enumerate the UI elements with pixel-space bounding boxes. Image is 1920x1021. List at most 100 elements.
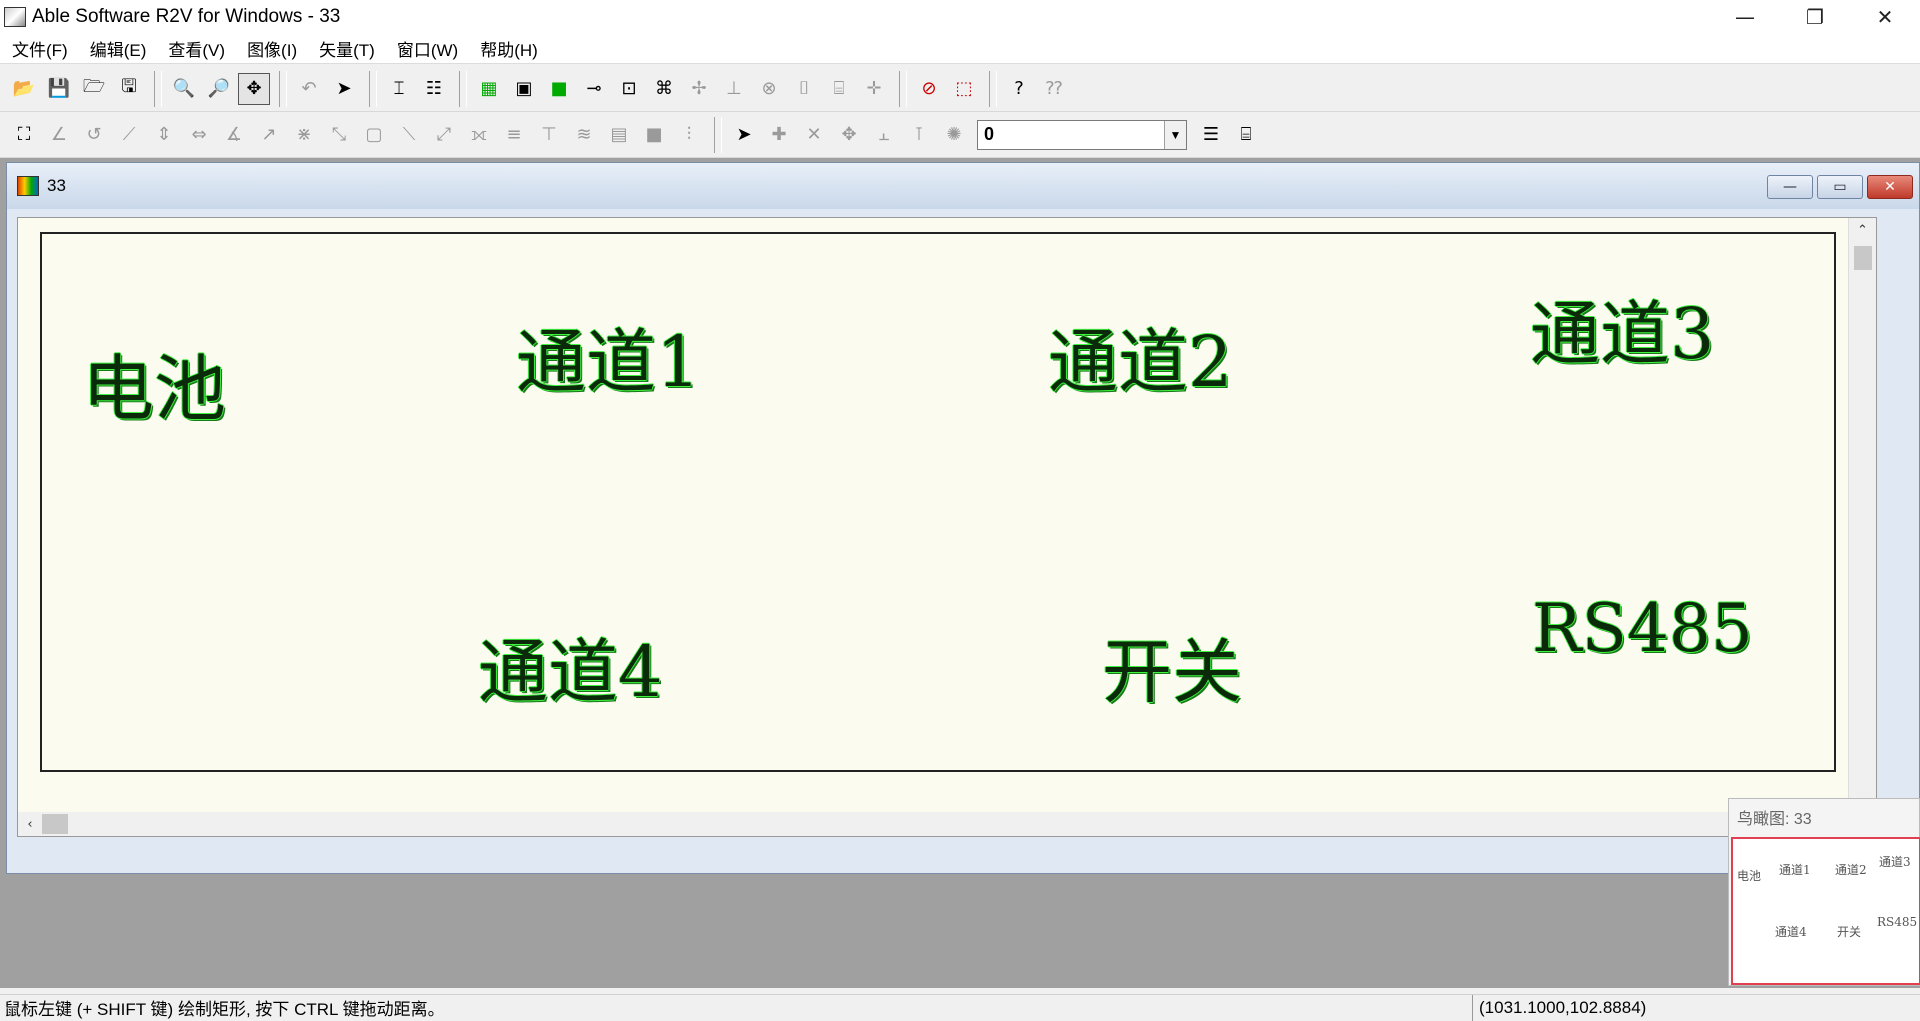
select-cancel-icon[interactable]: ⊘ — [913, 73, 945, 105]
polyline-icon[interactable]: ⟋ — [113, 119, 145, 151]
scroll-up-icon[interactable]: ⌃ — [1849, 218, 1876, 242]
doc-close-button[interactable]: ✕ — [1867, 175, 1913, 199]
menu-vector[interactable]: 矢量(T) — [309, 36, 385, 61]
abl-icon[interactable]: ⌸ — [823, 73, 855, 105]
network-icon[interactable]: ⌘ — [648, 73, 680, 105]
edit-select-icon[interactable]: ⛶ — [8, 119, 40, 151]
vector-toolbar: ⛶ ∠ ↺ ⟋ ⇕ ⇔ ∡ ↗ ⋇ ⤡ ▢ ⟍ ⤢ ⟗ ≡ ⊤ ≋ ▤ ■ ⫶ … — [0, 112, 1920, 158]
polygon-fill-icon[interactable]: ■ — [638, 119, 670, 151]
split-vertical-icon[interactable]: ⇕ — [148, 119, 180, 151]
toolbar-separator — [989, 70, 997, 107]
lasso-icon[interactable]: ↺ — [78, 119, 110, 151]
vertical-scrollbar[interactable]: ⌃ — [1848, 218, 1876, 838]
draw-line-icon[interactable]: ∠ — [43, 119, 75, 151]
layer-list-icon[interactable]: ☰ — [1195, 119, 1227, 151]
menu-file[interactable]: 文件(F) — [2, 36, 78, 61]
light-icon[interactable]: ✺ — [938, 119, 970, 151]
doc-minimize-button[interactable]: — — [1767, 175, 1813, 199]
diagonal-icon[interactable]: ⟍ — [393, 119, 425, 151]
horizontal-scroll-thumb[interactable] — [42, 814, 68, 834]
birdseye-title: 鸟瞰图: 33 — [1737, 811, 1812, 828]
rectangle-icon[interactable]: ▢ — [358, 119, 390, 151]
toolbar-separator — [369, 70, 377, 107]
select-arrow-icon[interactable]: ➤ — [328, 73, 360, 105]
drawing-canvas[interactable]: 电池 通道1 通道2 通道3 通道4 开关 RS485 ⌃ ‹ — [17, 217, 1877, 838]
menu-window[interactable]: 窗口(W) — [387, 36, 468, 61]
auto-trace-icon[interactable]: ☷ — [418, 73, 450, 105]
color-map-icon[interactable]: ▦ — [473, 73, 505, 105]
split-horizontal-icon[interactable]: ⇔ — [183, 119, 215, 151]
horizontal-scrollbar[interactable]: ‹ — [18, 812, 1850, 836]
vertical-scroll-thumb[interactable] — [1854, 246, 1872, 270]
menu-help[interactable]: 帮助(H) — [470, 36, 548, 61]
trace-icon[interactable]: ⌶ — [383, 73, 415, 105]
add-point-icon[interactable]: ✢ — [683, 73, 715, 105]
open-icon[interactable]: 📂 — [8, 73, 40, 105]
save-project-icon[interactable]: 🖫 — [113, 73, 145, 105]
frame-icon[interactable]: ▣ — [508, 73, 540, 105]
hatch-icon[interactable]: ▤ — [603, 119, 635, 151]
help-icon[interactable]: ? — [1003, 73, 1035, 105]
menu-image[interactable]: 图像(I) — [237, 36, 307, 61]
crosshair-icon[interactable]: ✛ — [858, 73, 890, 105]
doc-restore-button[interactable]: ▭ — [1817, 175, 1863, 199]
pointer-icon[interactable]: ➤ — [728, 119, 760, 151]
chevron-down-icon[interactable]: ▼ — [1164, 120, 1186, 149]
toolbar-separator — [154, 70, 162, 107]
label-rs485[interactable]: RS485 — [1532, 590, 1753, 667]
birdseye-panel: 鸟瞰图: 33 电池 通道1 通道2 通道3 通道4 开关 RS485 — [1728, 798, 1920, 986]
id-assign-icon[interactable]: ≡ — [498, 119, 530, 151]
menu-edit[interactable]: 编辑(E) — [80, 36, 157, 61]
title-bar: Able Software R2V for Windows - 33 — ❐ ✕ — [0, 0, 1920, 34]
label-channel-1[interactable]: 通道1 — [516, 306, 701, 407]
label-channel-3[interactable]: 通道3 — [1530, 278, 1715, 379]
mini-label: 通道1 — [1779, 863, 1811, 877]
select-box-icon[interactable]: ⬚ — [948, 73, 980, 105]
close-button[interactable]: ✕ — [1850, 0, 1920, 34]
extend-icon[interactable]: ↗ — [253, 119, 285, 151]
pan-tool-icon[interactable]: ✥ — [238, 72, 270, 105]
id-label-icon[interactable]: ⊤ — [533, 119, 565, 151]
point-id-icon[interactable]: ⊥ — [718, 73, 750, 105]
node-icon[interactable]: ⊡ — [613, 73, 645, 105]
birdseye-view[interactable]: 电池 通道1 通道2 通道3 通道4 开关 RS485 — [1731, 837, 1920, 985]
label-battery[interactable]: 电池 — [82, 330, 226, 435]
restore-button[interactable]: ❐ — [1780, 0, 1850, 34]
cut-line-icon[interactable]: ⟗ — [463, 119, 495, 151]
ocr-abc-icon[interactable]: ⌷ — [788, 73, 820, 105]
node-link-icon[interactable]: ⊸ — [578, 73, 610, 105]
contour-icon[interactable]: ≋ — [568, 119, 600, 151]
layer-manager-icon[interactable]: ⌸ — [1230, 119, 1262, 151]
save-icon[interactable]: 💾 — [43, 73, 75, 105]
minimize-button[interactable]: — — [1710, 0, 1780, 34]
connect-icon[interactable]: ⤢ — [428, 119, 460, 151]
node-label-icon[interactable]: ⊺ — [903, 119, 935, 151]
vertex-icon[interactable]: ⋇ — [288, 119, 320, 151]
status-bar: 鼠标左键 (+ SHIFT 键) 绘制矩形, 按下 CTRL 键拖动距离。 (1… — [0, 994, 1920, 1021]
green-fill-icon[interactable]: ■ — [543, 73, 575, 105]
document-window: 33 — ▭ ✕ 电池 通道1 通道2 通道3 通道4 开关 RS485 ⌃ ‹ — [6, 162, 1920, 874]
zoom-in-icon[interactable]: 🔍 — [168, 73, 200, 105]
node-id-icon[interactable]: ⫠ — [868, 119, 900, 151]
label-channel-4[interactable]: 通道4 — [478, 616, 663, 717]
mini-label: 电池 — [1737, 869, 1762, 883]
open-project-icon[interactable]: 🗁 — [78, 73, 110, 105]
scroll-left-icon[interactable]: ‹ — [18, 817, 42, 832]
stack-icon[interactable]: ⫶ — [673, 119, 705, 151]
mini-label: 通道3 — [1879, 855, 1911, 869]
label-channel-2[interactable]: 通道2 — [1048, 306, 1233, 407]
main-toolbar: 📂 💾 🗁 🖫 🔍 🔎 ✥ ↶ ➤ ⌶ ☷ ▦ ▣ ■ ⊸ ⊡ ⌘ ✢ ⊥ ⊗ … — [0, 66, 1920, 112]
add-node-icon[interactable]: ✚ — [763, 119, 795, 151]
menu-view[interactable]: 查看(V) — [158, 36, 235, 61]
stop-icon[interactable]: ⊗ — [753, 73, 785, 105]
layer-select[interactable]: 0 ▼ — [977, 119, 1187, 150]
context-help-icon[interactable]: ⁇ — [1038, 73, 1070, 105]
zoom-out-icon[interactable]: 🔎 — [203, 73, 235, 105]
reshape-icon[interactable]: ⤡ — [323, 119, 355, 151]
angle-icon[interactable]: ∡ — [218, 119, 250, 151]
label-switch[interactable]: 开关 — [1102, 616, 1242, 717]
toolbar-separator — [279, 70, 287, 107]
delete-node-icon[interactable]: ✕ — [798, 119, 830, 151]
move-node-icon[interactable]: ✥ — [833, 119, 865, 151]
undo-icon[interactable]: ↶ — [293, 73, 325, 105]
